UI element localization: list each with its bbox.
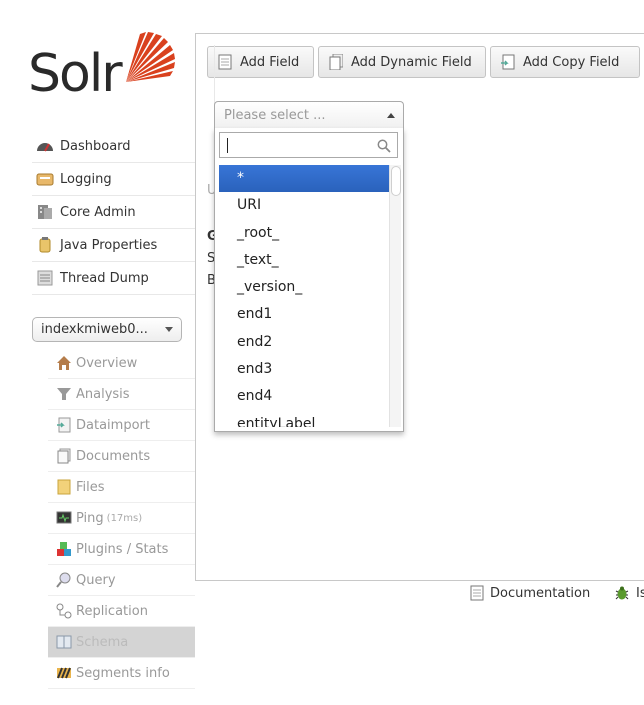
segments-icon	[57, 667, 71, 679]
add-dynamic-field-label: Add Dynamic Field	[351, 54, 472, 70]
field-option[interactable]: URI	[219, 192, 389, 219]
funnel-icon	[57, 388, 71, 400]
logging-icon	[36, 173, 54, 186]
solr-sun-icon	[126, 32, 175, 82]
core-nav-ping[interactable]: Ping (17ms)	[48, 503, 195, 534]
dropdown-scrollbar[interactable]	[389, 165, 401, 427]
field-select[interactable]: Please select ...	[214, 101, 404, 129]
field-option[interactable]: entityLabel	[219, 411, 389, 427]
files-icon	[57, 479, 71, 495]
core-nav-label: Analysis	[76, 386, 130, 402]
core-nav-label: Replication	[76, 603, 148, 619]
thread-dump-icon	[37, 270, 53, 286]
add-field-button[interactable]: Add Field	[207, 46, 314, 78]
field-options-list: * URI _root_ _text_ _version_ end1 end2 …	[219, 165, 389, 427]
chevron-down-icon	[165, 327, 173, 332]
document-icon	[218, 54, 232, 70]
schema-icon	[56, 635, 72, 649]
field-option[interactable]: *	[219, 165, 389, 193]
core-nav-label: Ping	[76, 510, 104, 526]
text-caret	[227, 138, 228, 153]
ping-time: (17ms)	[106, 512, 143, 524]
java-properties-icon	[39, 237, 51, 253]
field-select-placeholder: Please select ...	[224, 108, 326, 123]
scrollbar-thumb[interactable]	[391, 166, 401, 196]
nav-item-java-properties[interactable]: Java Properties	[32, 229, 195, 262]
core-nav-label: Plugins / Stats	[76, 541, 169, 557]
bug-icon	[615, 586, 629, 600]
field-option[interactable]: _version_	[219, 274, 389, 301]
dataimport-icon	[57, 417, 71, 433]
core-nav-label: Files	[76, 479, 105, 495]
core-admin-icon	[38, 205, 52, 219]
core-nav-documents[interactable]: Documents	[48, 441, 195, 472]
core-nav-replication[interactable]: Replication	[48, 596, 195, 627]
documentation-label: Documentation	[490, 585, 591, 601]
plugins-icon	[57, 542, 71, 556]
core-nav-label: Documents	[76, 448, 151, 464]
field-search-input[interactable]	[219, 132, 398, 158]
add-dynamic-field-button[interactable]: Add Dynamic Field	[318, 46, 486, 78]
magnifier-icon	[56, 572, 71, 588]
documents-icon	[329, 54, 343, 70]
core-nav-label: Query	[76, 572, 116, 588]
field-option[interactable]: _root_	[219, 220, 389, 247]
issue-tracker-label: Is	[636, 585, 644, 601]
core-nav-files[interactable]: Files	[48, 472, 195, 503]
dashboard-icon	[37, 143, 53, 152]
core-nav-label: Dataimport	[76, 417, 150, 433]
documentation-link[interactable]: Documentation	[470, 585, 590, 601]
field-option[interactable]: end4	[219, 383, 389, 410]
core-nav-overview[interactable]: Overview	[48, 348, 195, 379]
field-option[interactable]: end3	[219, 356, 389, 383]
documents-icon	[57, 448, 71, 464]
document-icon	[470, 585, 484, 601]
copy-document-icon	[501, 54, 515, 70]
add-field-label: Add Field	[240, 54, 300, 70]
nav-label: Core Admin	[60, 204, 136, 220]
nav-item-dashboard[interactable]: Dashboard	[32, 130, 195, 163]
core-nav-segments[interactable]: Segments info	[48, 658, 195, 689]
nav-item-thread-dump[interactable]: Thread Dump	[32, 262, 195, 295]
nav-label: Dashboard	[60, 138, 131, 154]
core-nav-label: Schema	[76, 634, 129, 650]
home-icon	[57, 356, 71, 370]
replication-icon	[56, 603, 72, 619]
logo-text: Solr	[28, 44, 123, 104]
field-select-dropdown: * URI _root_ _text_ _version_ end1 end2 …	[214, 128, 404, 432]
nav-label: Thread Dump	[60, 270, 149, 286]
chevron-up-icon	[387, 113, 395, 118]
core-nav-query[interactable]: Query	[48, 565, 195, 596]
solr-logo[interactable]: Solr	[28, 30, 178, 110]
add-copy-field-label: Add Copy Field	[523, 54, 620, 70]
core-selector[interactable]: indexkmiweb0...	[32, 317, 182, 342]
field-option[interactable]: end1	[219, 301, 389, 328]
core-nav-dataimport[interactable]: Dataimport	[48, 410, 195, 441]
add-copy-field-button[interactable]: Add Copy Field	[490, 46, 640, 78]
core-nav-label: Overview	[76, 355, 138, 371]
nav-label: Java Properties	[60, 237, 158, 253]
core-nav-plugins[interactable]: Plugins / Stats	[48, 534, 195, 565]
ping-icon	[56, 511, 72, 524]
core-selector-value: indexkmiweb0...	[41, 322, 148, 337]
core-nav-schema[interactable]: Schema	[48, 627, 195, 658]
nav-item-logging[interactable]: Logging	[32, 163, 195, 196]
nav-label: Logging	[60, 171, 112, 187]
nav-item-core-admin[interactable]: Core Admin	[32, 196, 195, 229]
issue-tracker-link[interactable]: Is	[614, 585, 644, 601]
field-option[interactable]: end2	[219, 329, 389, 356]
main-nav: Dashboard Logging Core Admin Java Proper…	[32, 130, 195, 295]
search-icon	[377, 139, 391, 153]
field-option[interactable]: _text_	[219, 247, 389, 274]
core-nav: Overview Analysis Dataimport Documents F…	[48, 348, 195, 689]
core-nav-analysis[interactable]: Analysis	[48, 379, 195, 410]
core-nav-label: Segments info	[76, 665, 170, 681]
